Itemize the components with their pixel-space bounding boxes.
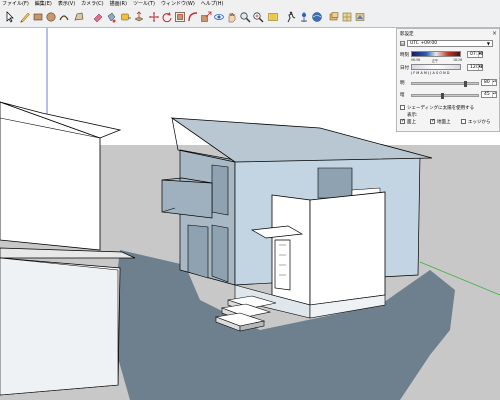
use-sun-shading-checkbox[interactable]	[400, 105, 405, 110]
dark-input[interactable]: 45 ▴▾	[481, 91, 497, 98]
menu-tools[interactable]: ツール(T)	[131, 0, 159, 9]
menu-bar: ファイル(F) 編集(E) 表示(V) カメラ(C) 描画(R) ツール(T) …	[0, 0, 500, 9]
porch-wall-front	[309, 191, 386, 306]
position-camera-icon[interactable]	[298, 11, 310, 23]
pencil-line-icon[interactable]	[19, 11, 31, 23]
on-faces-label: 面上	[407, 120, 416, 125]
on-ground-checkbox[interactable]: ✓	[430, 119, 435, 124]
tape-measure-icon[interactable]	[120, 11, 132, 23]
rectangle-icon[interactable]	[32, 11, 44, 23]
toolbar	[0, 9, 500, 28]
close-icon[interactable]: ×	[492, 30, 497, 37]
dark-label: 暗	[400, 93, 405, 98]
walk-icon[interactable]	[285, 11, 297, 23]
menu-view[interactable]: 表示(V)	[56, 0, 79, 9]
orbit-icon[interactable]	[213, 11, 225, 23]
spinner-icon[interactable]: ▴▾	[478, 65, 482, 70]
dark-slider-handle[interactable]	[441, 93, 445, 99]
timezone-value: UTC +09:00	[410, 41, 438, 46]
spinner-icon[interactable]: ▴▾	[492, 80, 496, 85]
scale-icon[interactable]	[200, 11, 212, 23]
light-slider-handle[interactable]	[464, 81, 467, 87]
move-icon[interactable]	[148, 11, 160, 23]
on-faces-checkbox[interactable]: ✓	[400, 119, 405, 124]
section-plane-icon[interactable]	[267, 11, 279, 23]
spinner-icon[interactable]: ▴▾	[492, 92, 496, 97]
chevron-down-icon: ▼	[486, 41, 490, 46]
side-window-lower	[211, 224, 229, 283]
menu-help[interactable]: ヘルプ(H)	[199, 0, 228, 9]
side-door	[187, 224, 209, 279]
menu-window[interactable]: ウィンドウ(W)	[159, 0, 199, 9]
timezone-select[interactable]: UTC +09:00 ▼	[407, 40, 493, 47]
date-label: 日付	[400, 66, 409, 71]
side-window-upper	[211, 164, 229, 216]
time-start: 06:56	[411, 58, 421, 62]
follow-me-icon[interactable]	[187, 11, 199, 23]
components-icon[interactable]	[328, 11, 340, 23]
styles-icon[interactable]	[354, 11, 366, 23]
menu-camera[interactable]: カメラ(C)	[79, 0, 107, 9]
eraser-icon[interactable]	[92, 11, 104, 23]
light-value: 80	[484, 80, 490, 85]
shadow-toggle-icon[interactable]: ▫	[400, 41, 405, 46]
time-slider[interactable]	[411, 51, 461, 57]
date-slider[interactable]	[411, 64, 461, 70]
balcony	[161, 179, 213, 219]
panel-title: 影設定	[400, 32, 414, 37]
polygon-icon[interactable]	[73, 11, 85, 23]
light-label: 明	[400, 81, 405, 86]
time-input[interactable]: 07:30 ▴▾	[467, 51, 483, 58]
select-arrow-icon[interactable]	[4, 11, 16, 23]
circle-icon[interactable]	[45, 11, 57, 23]
use-sun-shading-label: シェーディングに太陽を使用する	[407, 106, 475, 111]
push-pull-icon[interactable]	[133, 11, 145, 23]
light-slider[interactable]	[411, 81, 479, 87]
menu-edit[interactable]: 編集(E)	[33, 0, 56, 9]
zoom-icon[interactable]	[239, 11, 251, 23]
front-window-upper	[317, 167, 353, 199]
materials-icon[interactable]	[341, 11, 353, 23]
zoom-extents-icon[interactable]	[252, 11, 264, 23]
display-label: 表示:	[407, 113, 418, 118]
date-input[interactable]: 12/22 ▴▾	[467, 64, 483, 71]
rotate-icon[interactable]	[161, 11, 173, 23]
on-ground-label: 地面上	[437, 120, 451, 125]
menu-file[interactable]: ファイル(F)	[0, 0, 33, 9]
light-input[interactable]: 80 ▴▾	[481, 79, 497, 86]
time-label: 時刻	[400, 53, 409, 58]
from-edges-checkbox[interactable]	[461, 119, 466, 124]
spinner-icon[interactable]: ▴▾	[478, 52, 482, 57]
shadow-settings-panel: 影設定 × ▫ UTC +09:00 ▼ 時刻 06:56 正午 18:26 0…	[396, 28, 500, 132]
paint-bucket-icon[interactable]	[105, 11, 117, 23]
dark-value: 45	[484, 92, 490, 97]
arc-icon[interactable]	[58, 11, 70, 23]
time-noon: 正午	[432, 59, 439, 63]
warehouse-icon[interactable]	[311, 11, 323, 23]
from-edges-label: エッジから	[468, 120, 491, 125]
dark-slider[interactable]	[411, 93, 479, 99]
offset-icon[interactable]	[174, 11, 186, 23]
menu-draw[interactable]: 描画(R)	[108, 0, 131, 9]
time-end: 18:26	[453, 58, 463, 62]
pan-hand-icon[interactable]	[226, 11, 238, 23]
month-ticks: J F M A M J J A S O N D	[411, 71, 450, 75]
